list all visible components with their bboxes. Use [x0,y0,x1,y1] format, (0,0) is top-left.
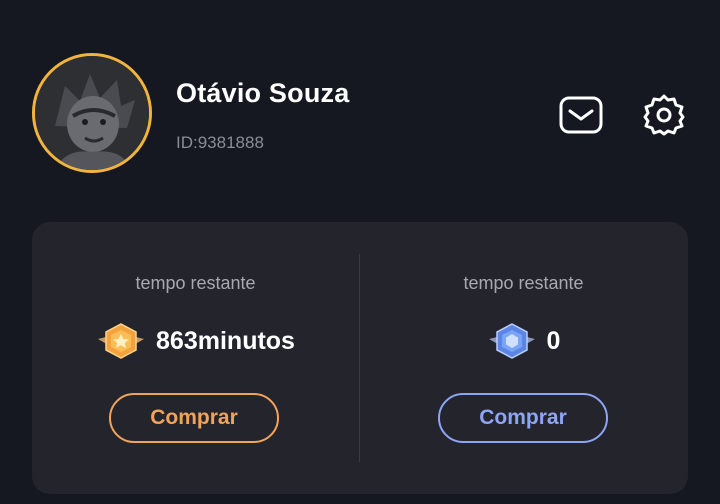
settings-button[interactable] [641,92,687,138]
balance-column-blue: tempo restante 0 Comprar [360,222,687,494]
avatar[interactable] [32,53,152,173]
balance-label: tempo restante [463,273,584,293]
mail-button[interactable] [558,92,604,138]
gold-coin-icon [98,323,145,359]
blue-gem-icon [488,323,535,359]
user-id: ID:9381888 [176,133,264,152]
balance-value: 863minutos [156,326,295,355]
user-name: Otávio Souza [176,78,350,108]
mail-icon [559,96,603,134]
gear-icon [643,94,685,136]
avatar-image [35,56,149,170]
balance-value: 0 [546,326,561,355]
buy-button-gold[interactable]: Comprar [109,393,279,443]
buy-button-blue[interactable]: Comprar [438,393,608,443]
balance-card: tempo restante 863minutos Comprar tempo … [32,222,688,494]
balance-value-row: 863minutos [32,322,359,360]
balance-column-gold: tempo restante 863minutos Comprar [32,222,359,494]
balance-label: tempo restante [135,273,256,293]
balance-value-row: 0 [360,322,687,360]
